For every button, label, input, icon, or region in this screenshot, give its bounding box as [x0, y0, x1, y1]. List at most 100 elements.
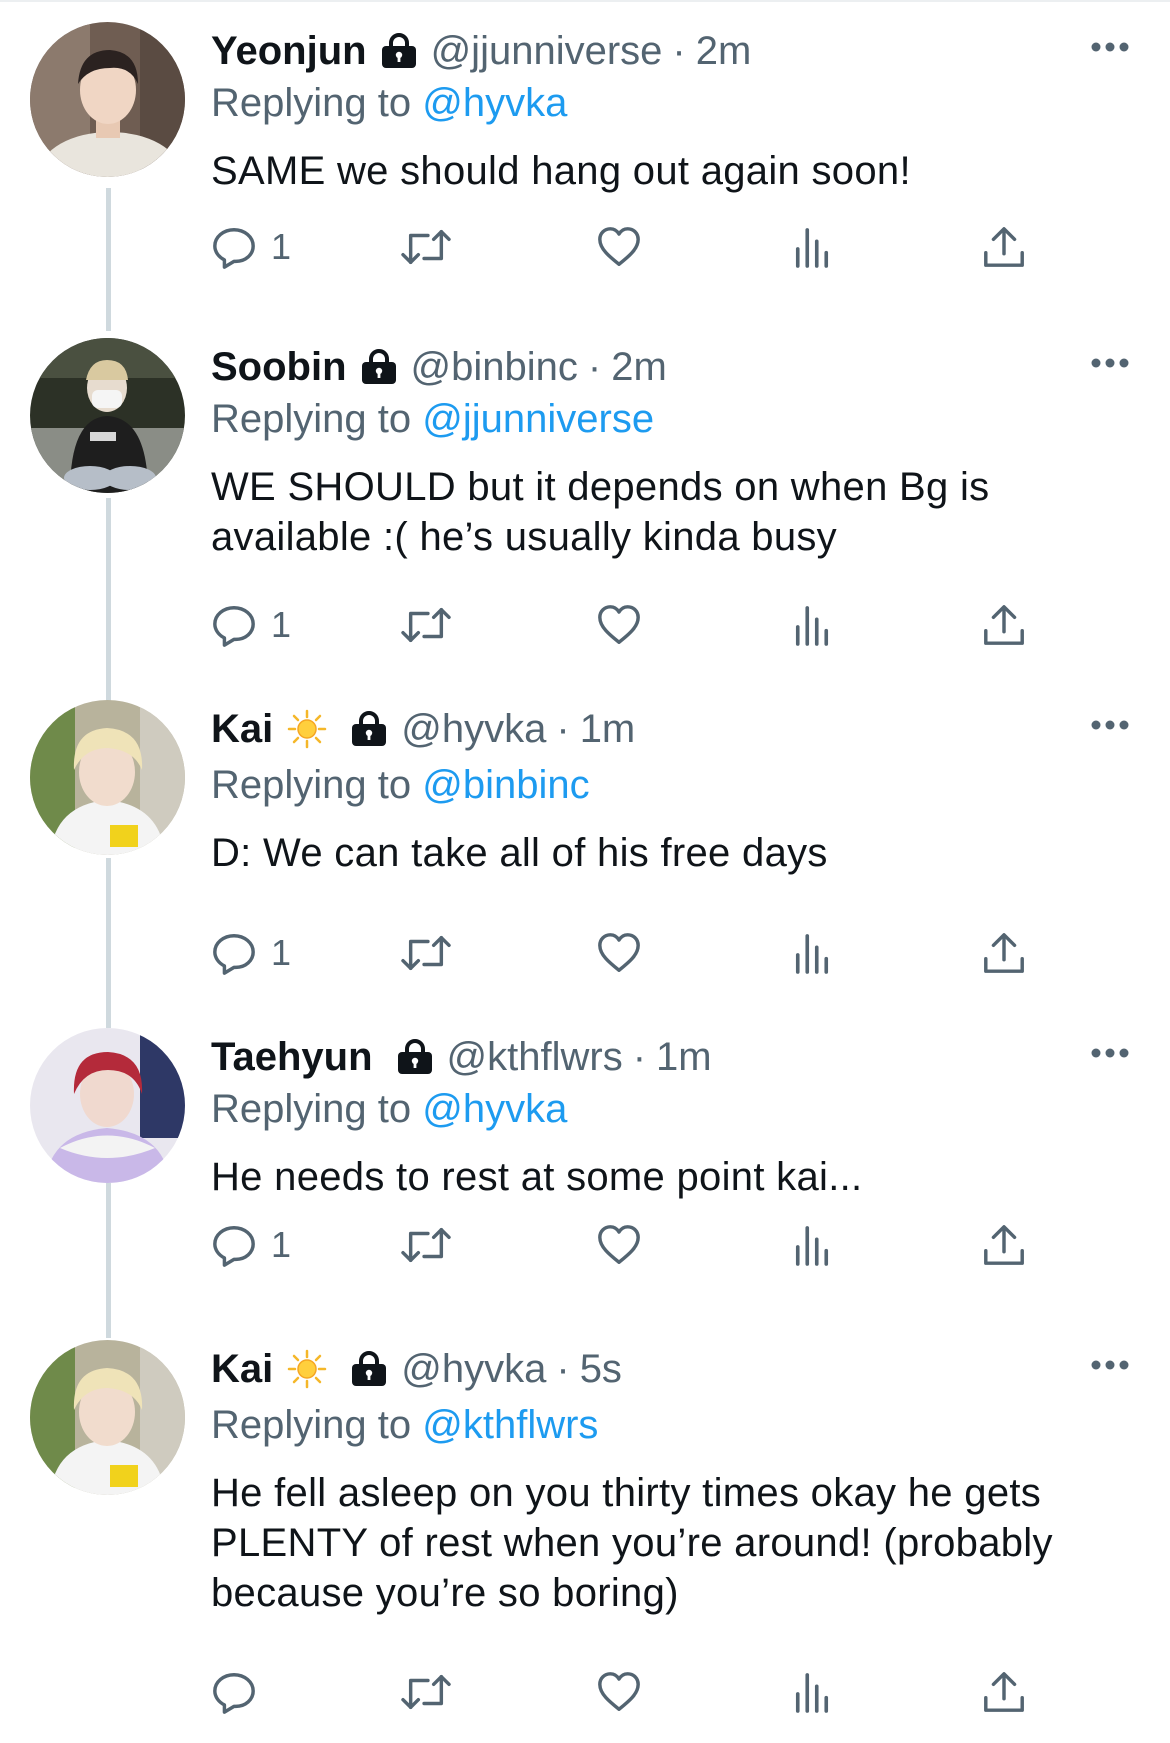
- thread-connector: [106, 858, 111, 1028]
- separator-dot: ·: [587, 344, 602, 389]
- display-name[interactable]: Kai: [211, 1347, 273, 1392]
- replying-to-label: Replying to: [211, 763, 412, 807]
- reply-button[interactable]: [211, 1662, 271, 1722]
- retweet-button[interactable]: [398, 1662, 454, 1722]
- like-button[interactable]: [596, 1215, 642, 1275]
- separator-dot: ·: [556, 1346, 570, 1391]
- display-name[interactable]: Yeonjun: [211, 29, 367, 74]
- handle[interactable]: @kthflwrs: [447, 1035, 623, 1080]
- views-button[interactable]: [793, 217, 831, 277]
- display-name[interactable]: Taehyun: [211, 1035, 373, 1080]
- share-button[interactable]: [981, 217, 1027, 277]
- separator-dot: ·: [632, 1034, 647, 1079]
- avatar[interactable]: [30, 338, 185, 493]
- avatar[interactable]: [30, 700, 185, 855]
- views-icon: [793, 224, 831, 270]
- display-name[interactable]: Soobin: [211, 345, 347, 390]
- separator-dot: ·: [556, 706, 570, 751]
- retweet-button[interactable]: [398, 923, 454, 983]
- thread-connector: [106, 1183, 111, 1338]
- top-divider: [0, 0, 1170, 2]
- sun-emoji-icon: [287, 1349, 327, 1389]
- reply-icon: [211, 930, 257, 976]
- share-button[interactable]: [981, 923, 1027, 983]
- replying-to: Replying to @kthflwrs: [211, 1400, 1130, 1450]
- timestamp[interactable]: 1m: [580, 707, 636, 752]
- retweet-icon: [398, 224, 454, 270]
- like-icon: [596, 224, 642, 270]
- lock-icon: [395, 1039, 435, 1075]
- replying-to-label: Replying to: [211, 397, 412, 441]
- like-icon: [596, 1222, 642, 1268]
- avatar[interactable]: [30, 1340, 185, 1495]
- retweet-icon: [398, 930, 454, 976]
- tweet-actions: 1: [211, 923, 1051, 983]
- reply-button[interactable]: 1: [211, 595, 291, 655]
- share-button[interactable]: [981, 1662, 1027, 1722]
- lock-icon: [349, 1351, 389, 1387]
- replying-to-mention[interactable]: @binbinc: [422, 763, 589, 807]
- replying-to-label: Replying to: [211, 1403, 412, 1447]
- replying-to-mention[interactable]: @kthflwrs: [422, 1403, 598, 1447]
- share-icon: [981, 602, 1027, 648]
- views-icon: [793, 602, 831, 648]
- reply-button[interactable]: 1: [211, 217, 291, 277]
- like-button[interactable]: [596, 595, 642, 655]
- reply-button[interactable]: 1: [211, 1215, 291, 1275]
- tweet-actions: 1: [211, 217, 1051, 277]
- views-button[interactable]: [793, 1215, 831, 1275]
- handle[interactable]: @binbinc: [411, 345, 578, 390]
- replying-to: Replying to @binbinc: [211, 760, 1130, 810]
- retweet-button[interactable]: [398, 1215, 454, 1275]
- handle[interactable]: @hyvka: [401, 707, 546, 752]
- thread-connector: [106, 498, 111, 703]
- views-button[interactable]: [793, 923, 831, 983]
- like-button[interactable]: [596, 923, 642, 983]
- timestamp[interactable]: 2m: [696, 29, 752, 74]
- thread-connector: [106, 188, 111, 331]
- more-options-icon[interactable]: [1090, 356, 1130, 370]
- separator-dot: ·: [672, 28, 686, 73]
- handle[interactable]: @jjunniverse: [431, 29, 663, 74]
- avatar[interactable]: [30, 22, 185, 177]
- lock-icon: [379, 33, 419, 69]
- views-icon: [793, 1222, 831, 1268]
- lock-icon: [349, 711, 389, 747]
- reply-count: 1: [271, 604, 292, 645]
- like-icon: [596, 1669, 642, 1715]
- timestamp[interactable]: 5s: [580, 1347, 622, 1392]
- views-button[interactable]: [793, 595, 831, 655]
- tweet-actions: 1: [211, 1215, 1051, 1275]
- handle[interactable]: @hyvka: [401, 1347, 546, 1392]
- share-button[interactable]: [981, 1215, 1027, 1275]
- retweet-button[interactable]: [398, 217, 454, 277]
- avatar[interactable]: [30, 1028, 185, 1183]
- views-button[interactable]: [793, 1662, 831, 1722]
- tweet-text: D: We can take all of his free days: [211, 831, 828, 875]
- tweet-text: WE SHOULD but it depends on when Bg is a…: [211, 465, 990, 559]
- reply-icon: [211, 224, 257, 270]
- tweet-actions: 1: [211, 595, 1051, 655]
- like-button[interactable]: [596, 217, 642, 277]
- reply-button[interactable]: 1: [211, 923, 291, 983]
- reply-icon: [211, 1669, 257, 1715]
- share-button[interactable]: [981, 595, 1027, 655]
- more-options-icon[interactable]: [1090, 718, 1130, 732]
- replying-to: Replying to @hyvka: [211, 1084, 1130, 1134]
- more-options-icon[interactable]: [1090, 1046, 1130, 1060]
- replying-to-mention[interactable]: @hyvka: [422, 1087, 567, 1131]
- retweet-button[interactable]: [398, 595, 454, 655]
- reply-icon: [211, 1222, 257, 1268]
- like-icon: [596, 602, 642, 648]
- more-options-icon[interactable]: [1090, 1358, 1130, 1372]
- display-name[interactable]: Kai: [211, 707, 273, 752]
- share-icon: [981, 1669, 1027, 1715]
- replying-to-mention[interactable]: @jjunniverse: [422, 397, 654, 441]
- share-icon: [981, 1222, 1027, 1268]
- more-options-icon[interactable]: [1090, 40, 1130, 54]
- tweet-text: SAME we should hang out again soon!: [211, 149, 911, 193]
- replying-to-mention[interactable]: @hyvka: [422, 81, 567, 125]
- timestamp[interactable]: 1m: [656, 1035, 712, 1080]
- like-button[interactable]: [596, 1662, 642, 1722]
- timestamp[interactable]: 2m: [611, 345, 667, 390]
